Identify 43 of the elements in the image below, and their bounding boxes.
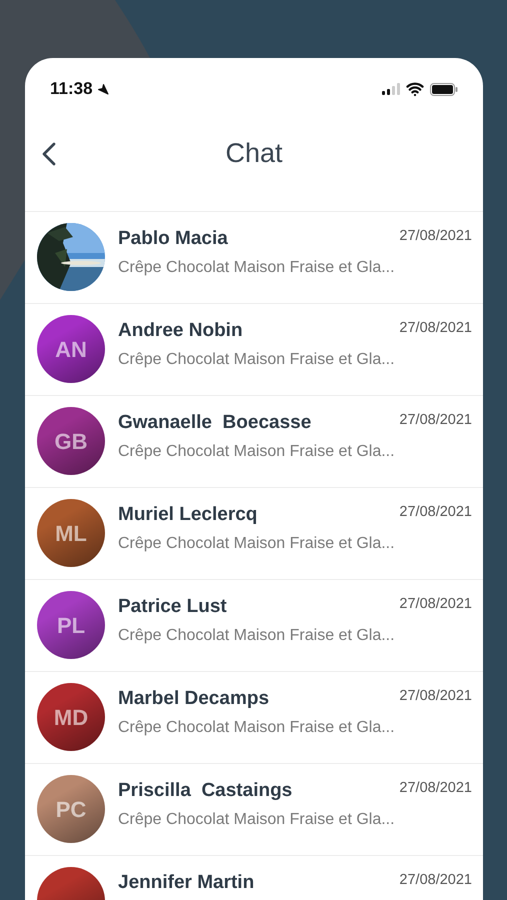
header-title: Chat — [225, 137, 283, 170]
message-date: 27/08/2021 — [399, 779, 472, 798]
conversation-row[interactable]: GB Gwanaelle Boecasse 27/08/2021 Crêpe Chocolat Maison Fraise et Gla... — [25, 396, 483, 488]
message-date: 27/08/2021 — [399, 503, 472, 522]
avatar-initials: GB — [54, 428, 88, 456]
message-preview: Crêpe Chocolat Maison Fraise et Gla... — [118, 442, 396, 462]
conversation-row[interactable]: AN Andree Nobin 27/08/2021 Crêpe Chocolat Maison Fraise et Gla... — [25, 304, 483, 396]
avatar-initials: MD — [54, 704, 88, 732]
conversation-row[interactable]: Pablo Macia 27/08/2021 Crêpe Chocolat Maison Fraise et Gla... — [25, 212, 483, 304]
status-time: 11:38 — [50, 78, 93, 100]
contact-name: Muriel Leclercq — [118, 503, 258, 527]
message-date: 27/08/2021 — [399, 871, 472, 890]
contact-name: Priscilla Castaings — [118, 779, 292, 803]
message-preview: Crêpe Chocolat Maison Fraise et Gla... — [118, 534, 396, 554]
contact-name: Gwanaelle Boecasse — [118, 411, 312, 435]
signal-icon — [382, 83, 400, 95]
message-date: 27/08/2021 — [399, 411, 472, 430]
conversation-row[interactable]: ML Muriel Leclercq 27/08/2021 Crêpe Chocolat Maison Fraise et Gla... — [25, 488, 483, 580]
conversation-row[interactable]: MD Marbel Decamps 27/08/2021 Crêpe Chocolat Maison Fraise et Gla... — [25, 672, 483, 764]
message-preview: Crêpe Chocolat Maison Fraise et Gla... — [118, 626, 396, 646]
message-date: 27/08/2021 — [399, 227, 472, 246]
battery-icon — [430, 82, 458, 96]
conversation-row[interactable]: Jennifer Martin 27/08/2021 — [25, 856, 483, 900]
message-date: 27/08/2021 — [399, 687, 472, 706]
message-date: 27/08/2021 — [399, 595, 472, 614]
location-icon — [96, 83, 109, 95]
avatar-initials: AN — [55, 336, 87, 364]
message-preview: Crêpe Chocolat Maison Fraise et Gla... — [118, 718, 396, 738]
contact-name: Jennifer Martin — [118, 871, 254, 895]
message-preview: Crêpe Chocolat Maison Fraise et Gla... — [118, 258, 396, 278]
message-preview: Crêpe Chocolat Maison Fraise et Gla... — [118, 350, 396, 370]
contact-name: Pablo Macia — [118, 227, 228, 251]
wifi-icon — [406, 80, 424, 98]
message-date: 27/08/2021 — [399, 319, 472, 338]
contact-name: Patrice Lust — [118, 595, 227, 619]
conversation-row[interactable]: PC Priscilla Castaings 27/08/2021 Crêpe Chocolat Maison Fraise et Gla... — [25, 764, 483, 856]
conversation-row[interactable]: PL Patrice Lust 27/08/2021 Crêpe Chocolat Maison Fraise et Gla... — [25, 580, 483, 672]
avatar-initials: PC — [56, 796, 86, 824]
avatar-initials: PL — [56, 612, 86, 640]
contact-name: Marbel Decamps — [118, 687, 270, 711]
contact-name: Andree Nobin — [118, 319, 243, 343]
avatar-initials: ML — [55, 520, 87, 548]
message-preview: Crêpe Chocolat Maison Fraise et Gla... — [118, 810, 396, 830]
